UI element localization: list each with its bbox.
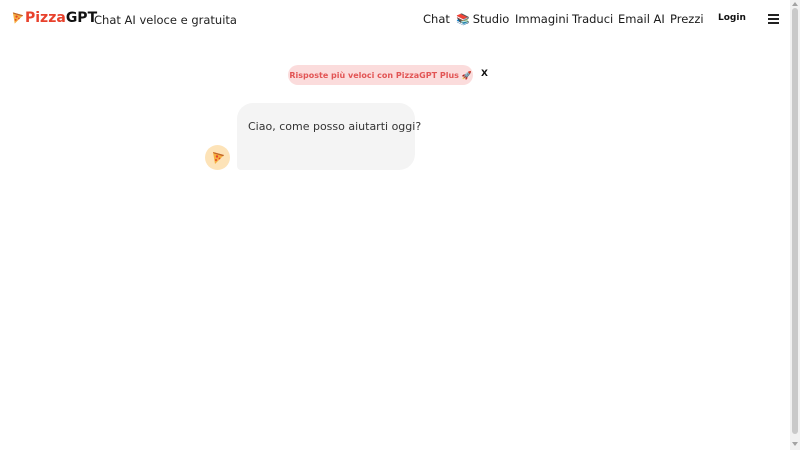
page: Pizza GPT Chat AI veloce e gratuita Chat…	[0, 0, 800, 450]
nav-item-studio[interactable]: 📚 Studio	[456, 12, 509, 26]
nav-item-prices[interactable]: Prezzi	[670, 12, 704, 26]
vertical-scrollbar[interactable]	[790, 0, 800, 450]
nav-item-email-ai[interactable]: Email AI	[618, 12, 665, 26]
promo-banner[interactable]: Risposte più veloci con PizzaGPT Plus 🚀	[288, 65, 473, 85]
nav-item-images[interactable]: Immagini	[515, 12, 569, 26]
nav-item-chat[interactable]: Chat	[423, 12, 450, 26]
nav-item-studio-label: Studio	[472, 12, 510, 26]
promo-close-button[interactable]: X	[481, 69, 488, 79]
nav-item-translate[interactable]: Traduci	[572, 12, 613, 26]
scrollbar-thumb[interactable]	[792, 8, 798, 434]
assistant-message-bubble: Ciao, come posso aiutarti oggi?	[237, 103, 421, 170]
assistant-message-text: Ciao, come posso aiutarti oggi?	[248, 120, 422, 133]
scroll-down-arrow-icon[interactable]	[792, 442, 798, 446]
header: Pizza GPT Chat AI veloce e gratuita Chat…	[0, 0, 790, 38]
assistant-avatar	[205, 145, 230, 170]
pizza-slice-icon	[212, 151, 224, 164]
hamburger-menu-icon[interactable]	[768, 14, 779, 24]
main-nav: Chat 📚 Studio Immagini Traduci Email AI P…	[0, 12, 790, 28]
scroll-up-arrow-icon[interactable]	[792, 2, 798, 6]
login-button[interactable]: Login	[718, 13, 746, 23]
books-icon: 📚	[456, 13, 470, 26]
